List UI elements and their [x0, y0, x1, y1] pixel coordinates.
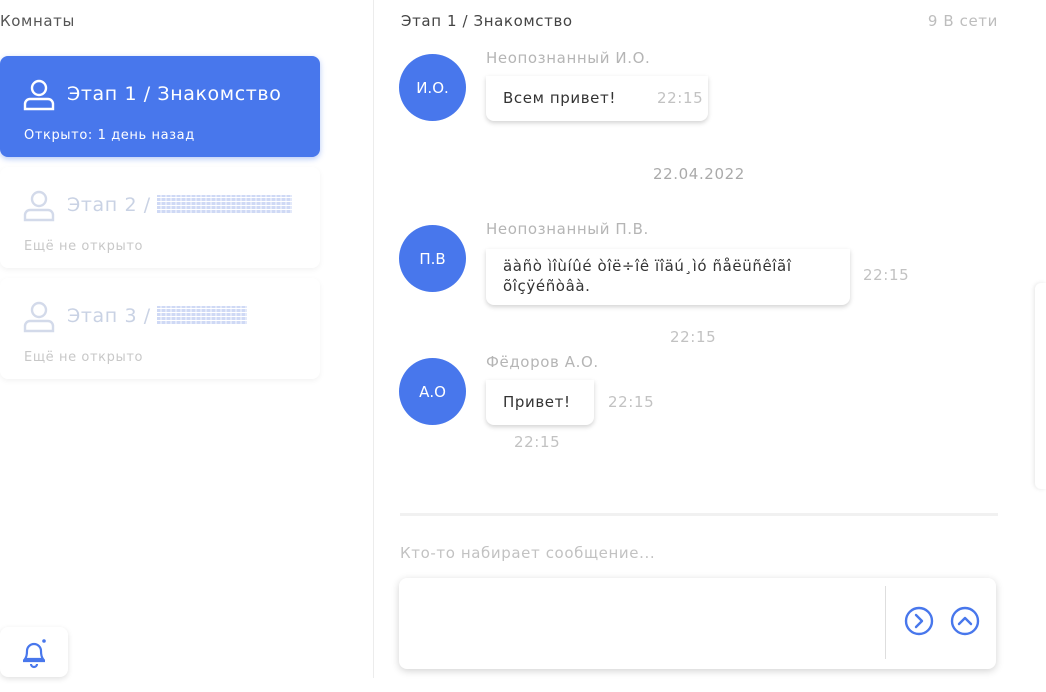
room-name: Этап 1 / Знакомство	[67, 83, 282, 105]
message-bubble: Привет!	[486, 380, 594, 425]
message-text: äàñò ìîùíûé òîë÷îê ïîäú¸ìó ñåëüñêîãî õîç…	[503, 257, 792, 295]
message-time-secondary: 22:15	[670, 328, 717, 346]
online-count: 9 В сети	[927, 12, 998, 30]
room-name: Этап 2 /	[67, 194, 293, 216]
avatar[interactable]: А.О	[399, 358, 466, 425]
room-item-1[interactable]: Этап 1 / Знакомство Открыто: 1 день наза…	[0, 56, 320, 157]
message-composer	[399, 578, 996, 669]
date-separator: 22.04.2022	[653, 165, 745, 183]
message-bubble: äàñò ìîùíûé òîë÷îê ïîäú¸ìó ñåëüñêîãî õîç…	[486, 249, 850, 305]
notifications-button[interactable]	[0, 627, 68, 677]
room-name-prefix: Этап 3 /	[67, 305, 151, 327]
room-item-2[interactable]: Этап 2 / Ещё не открыто	[0, 167, 320, 268]
room-item-3[interactable]: Этап 3 / Ещё не открыто	[0, 278, 320, 379]
message-time: 22:15	[863, 266, 910, 284]
side-panel-edge	[1035, 283, 1046, 489]
chevron-up-circle-icon[interactable]	[949, 605, 981, 637]
room-status: Открыто: 1 день назад	[24, 128, 195, 143]
avatar[interactable]: И.О.	[399, 54, 466, 121]
garbled-text-glyphs	[157, 195, 293, 213]
message-time: 22:15	[608, 393, 655, 411]
message-text: Привет!	[503, 393, 571, 411]
room-status: Ещё не открыто	[24, 239, 144, 254]
message-bubble: Всем привет! 22:15	[486, 76, 708, 121]
avatar[interactable]: П.В	[399, 225, 466, 292]
rooms-title: Комнаты	[0, 12, 75, 30]
chat-title: Этап 1 / Знакомство	[401, 12, 573, 30]
composer-divider	[885, 586, 886, 659]
garbled-text-glyphs	[157, 306, 248, 324]
room-name-prefix: Этап 2 /	[67, 194, 151, 216]
chevron-right-circle-icon[interactable]	[903, 605, 935, 637]
message-sender: Неопознанный И.О.	[486, 49, 651, 67]
person-icon	[23, 301, 55, 333]
message-text: Всем привет!	[503, 89, 616, 107]
message-sender: Неопознанный П.В.	[486, 220, 649, 238]
divider	[400, 513, 998, 516]
person-icon	[23, 79, 55, 111]
message-time: 22:15	[657, 89, 704, 107]
person-icon	[23, 190, 55, 222]
room-status: Ещё не открыто	[24, 350, 144, 365]
typing-indicator: Кто-то набирает сообщение...	[400, 544, 656, 562]
message-time-secondary: 22:15	[514, 433, 561, 451]
message-sender: Фёдоров А.О.	[486, 353, 599, 371]
bell-icon	[22, 639, 46, 669]
message-input[interactable]	[399, 578, 885, 669]
room-name: Этап 3 /	[67, 305, 248, 327]
rooms-sidebar: Комнаты Этап 1 / Знакомство Открыто: 1 д…	[0, 0, 374, 678]
